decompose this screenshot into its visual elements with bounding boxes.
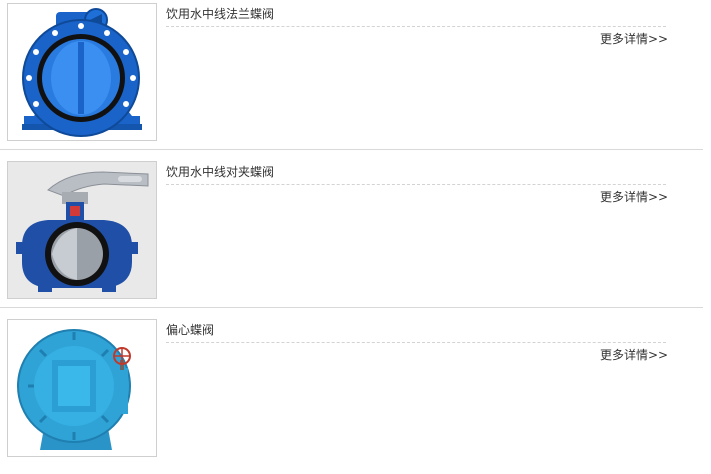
dashed-divider [166, 184, 666, 185]
more-details-link[interactable]: 更多详情>> [600, 31, 668, 47]
item-divider [0, 307, 703, 308]
product-item: 饮用水中线对夹蝶阀 更多详情>> [0, 158, 703, 316]
more-details-link[interactable]: 更多详情>> [600, 347, 668, 363]
product-thumbnail[interactable] [7, 319, 157, 457]
product-title[interactable]: 饮用水中线对夹蝶阀 [166, 164, 274, 180]
product-title[interactable]: 饮用水中线法兰蝶阀 [166, 6, 274, 22]
dashed-divider [166, 342, 666, 343]
more-details-link[interactable]: 更多详情>> [600, 189, 668, 205]
dashed-divider [166, 26, 666, 27]
flanged-butterfly-valve-image [8, 4, 156, 140]
wafer-butterfly-valve-image [8, 162, 156, 298]
eccentric-butterfly-valve-image [8, 320, 156, 456]
item-divider [0, 149, 703, 150]
product-item: 偏心蝶阀 更多详情>> [0, 316, 703, 474]
product-title[interactable]: 偏心蝶阀 [166, 322, 214, 338]
product-thumbnail[interactable] [7, 161, 157, 299]
product-item: 饮用水中线法兰蝶阀 更多详情>> [0, 0, 703, 158]
product-thumbnail[interactable] [7, 3, 157, 141]
